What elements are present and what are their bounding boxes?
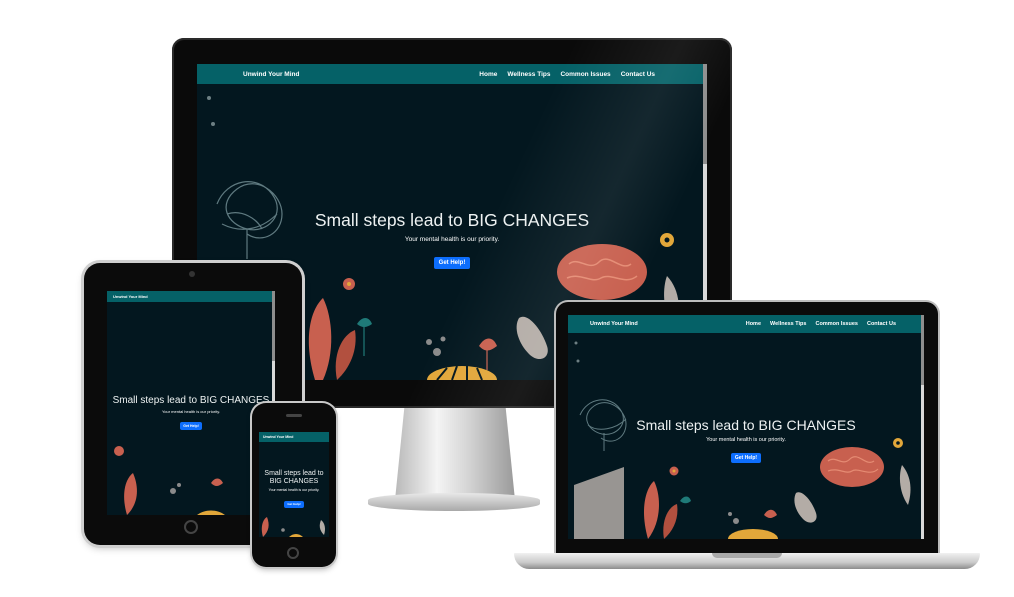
phone-hero-title-line1: Small steps lead to xyxy=(264,470,324,477)
laptop-opening-notch xyxy=(712,553,782,558)
phone-hero-subtitle: Your mental health is our priority. xyxy=(268,488,320,492)
phone-screen: Unwind Your Mind Small steps lead to BIG… xyxy=(259,432,329,537)
monitor-stand-neck xyxy=(395,405,515,500)
tablet-camera xyxy=(189,271,195,277)
phone-hero-section: Small steps lead to BIG CHANGES Your men… xyxy=(259,470,329,510)
tablet-hero-title: Small steps lead to BIG CHANGES xyxy=(112,395,270,406)
tablet-get-help-button[interactable]: Get Help! xyxy=(180,422,202,430)
monitor-stand-base xyxy=(368,493,540,511)
tablet-hero-subtitle: Your mental health is our priority. xyxy=(161,409,221,414)
tablet-scrollbar-thumb[interactable] xyxy=(272,291,275,361)
laptop-scrollbar-thumb[interactable] xyxy=(921,315,924,385)
tablet-screen: Unwind Your Mind Small steps lead to BIG… xyxy=(107,291,275,515)
laptop-hero-title: Small steps lead to BIG CHANGES xyxy=(636,417,856,433)
laptop-screen: Unwind Your Mind Home Wellness Tips Comm… xyxy=(568,315,924,539)
phone-home-button[interactable] xyxy=(287,547,299,559)
phone-speaker xyxy=(286,414,302,417)
phone-get-help-button[interactable]: Get Help! xyxy=(284,500,304,508)
tablet-home-button[interactable] xyxy=(184,520,198,534)
tablet-hero-section: Small steps lead to BIG CHANGES Your men… xyxy=(107,395,275,432)
laptop-hero-section: Small steps lead to BIG CHANGES Your men… xyxy=(568,417,924,464)
phone-hero-title-line2: BIG CHANGES xyxy=(269,478,319,485)
laptop-get-help-button[interactable]: Get Help! xyxy=(730,453,762,463)
laptop-hero-subtitle: Your mental health is our priority. xyxy=(706,437,786,443)
